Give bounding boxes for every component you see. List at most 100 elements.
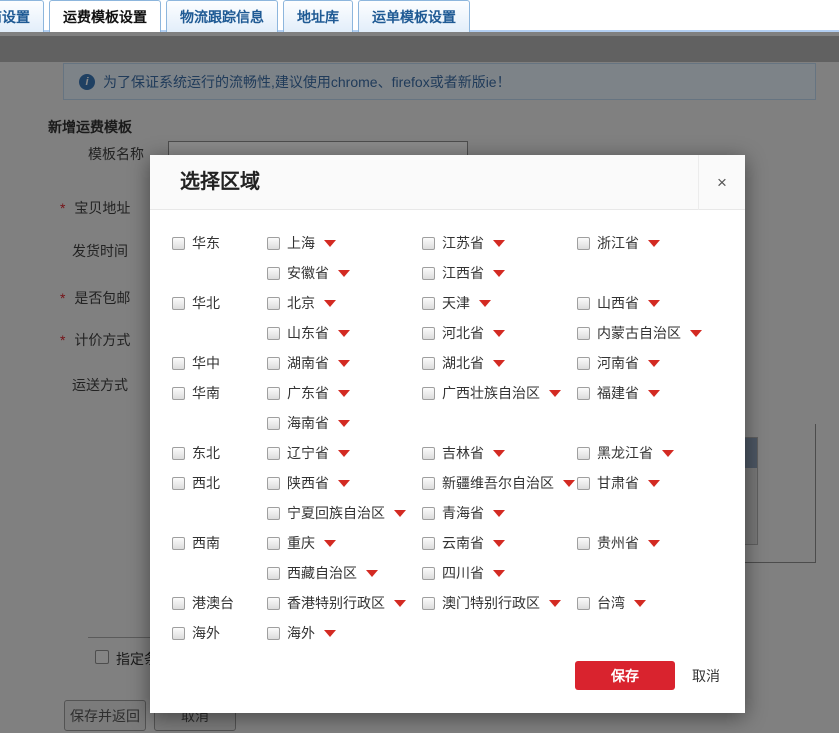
province-checkbox[interactable]: [422, 537, 435, 550]
tab-freight-template-settings[interactable]: 运费模板设置: [49, 0, 161, 32]
province-checkbox[interactable]: [577, 597, 590, 610]
region-group-label: 华北: [192, 293, 220, 313]
expand-cities-icon[interactable]: [324, 630, 336, 637]
province-item: 海南省: [267, 413, 422, 433]
province-label: 宁夏回族自治区: [287, 503, 385, 523]
app-window: 商设置 运费模板设置 物流跟踪信息 地址库 运单模板设置 i 为了保证系统运行的…: [0, 0, 839, 733]
expand-cities-icon[interactable]: [366, 570, 378, 577]
region-group-checkbox[interactable]: [172, 477, 185, 490]
expand-cities-icon[interactable]: [324, 240, 336, 247]
tab-merchant-settings[interactable]: 商设置: [0, 0, 44, 32]
tab-address-book[interactable]: 地址库: [283, 0, 353, 32]
cancel-button[interactable]: 取消: [692, 666, 720, 686]
province-checkbox[interactable]: [422, 327, 435, 340]
expand-cities-icon[interactable]: [493, 330, 505, 337]
province-checkbox[interactable]: [577, 357, 590, 370]
province-checkbox[interactable]: [267, 357, 280, 370]
province-checkbox[interactable]: [577, 537, 590, 550]
province-checkbox[interactable]: [267, 567, 280, 580]
province-checkbox[interactable]: [267, 537, 280, 550]
expand-cities-icon[interactable]: [493, 570, 505, 577]
region-group-checkbox[interactable]: [172, 537, 185, 550]
expand-cities-icon[interactable]: [634, 600, 646, 607]
expand-cities-icon[interactable]: [690, 330, 702, 337]
region-group-checkbox[interactable]: [172, 237, 185, 250]
province-checkbox[interactable]: [267, 267, 280, 280]
province-checkbox[interactable]: [577, 477, 590, 490]
expand-cities-icon[interactable]: [493, 270, 505, 277]
region-group-checkbox[interactable]: [172, 447, 185, 460]
expand-cities-icon[interactable]: [338, 480, 350, 487]
province-label: 云南省: [442, 533, 484, 553]
expand-cities-icon[interactable]: [394, 510, 406, 517]
expand-cities-icon[interactable]: [549, 600, 561, 607]
province-checkbox[interactable]: [267, 387, 280, 400]
province-item: 北京: [267, 293, 422, 313]
province-checkbox[interactable]: [422, 387, 435, 400]
province-checkbox[interactable]: [267, 237, 280, 250]
expand-cities-icon[interactable]: [493, 510, 505, 517]
save-button[interactable]: 保存: [575, 661, 675, 690]
province-checkbox[interactable]: [422, 567, 435, 580]
province-checkbox[interactable]: [267, 447, 280, 460]
tab-logistics-tracking[interactable]: 物流跟踪信息: [166, 0, 278, 32]
province-label: 海外: [287, 623, 315, 643]
region-group-label: 港澳台: [192, 593, 234, 613]
province-checkbox[interactable]: [267, 417, 280, 430]
province-checkbox[interactable]: [267, 297, 280, 310]
expand-cities-icon[interactable]: [338, 390, 350, 397]
expand-cities-icon[interactable]: [338, 360, 350, 367]
region-group-cell: 西南: [172, 533, 267, 553]
province-checkbox[interactable]: [422, 297, 435, 310]
province-checkbox[interactable]: [267, 597, 280, 610]
province-checkbox[interactable]: [422, 507, 435, 520]
region-group-checkbox[interactable]: [172, 387, 185, 400]
province-checkbox[interactable]: [577, 447, 590, 460]
region-group-checkbox[interactable]: [172, 357, 185, 370]
province-checkbox[interactable]: [577, 387, 590, 400]
expand-cities-icon[interactable]: [394, 600, 406, 607]
province-checkbox[interactable]: [577, 297, 590, 310]
province-checkbox[interactable]: [422, 597, 435, 610]
province-checkbox[interactable]: [267, 327, 280, 340]
province-item: 山西省: [577, 293, 732, 313]
expand-cities-icon[interactable]: [662, 450, 674, 457]
province-checkbox[interactable]: [267, 477, 280, 490]
expand-cities-icon[interactable]: [338, 450, 350, 457]
province-checkbox[interactable]: [422, 477, 435, 490]
expand-cities-icon[interactable]: [324, 300, 336, 307]
region-group-checkbox[interactable]: [172, 297, 185, 310]
province-checkbox[interactable]: [422, 447, 435, 460]
province-checkbox[interactable]: [577, 237, 590, 250]
province-checkbox[interactable]: [422, 357, 435, 370]
expand-cities-icon[interactable]: [648, 540, 660, 547]
province-item: 海外: [267, 623, 422, 643]
region-group-checkbox[interactable]: [172, 627, 185, 640]
expand-cities-icon[interactable]: [648, 480, 660, 487]
expand-cities-icon[interactable]: [493, 360, 505, 367]
expand-cities-icon[interactable]: [549, 390, 561, 397]
expand-cities-icon[interactable]: [493, 450, 505, 457]
tab-waybill-template-settings[interactable]: 运单模板设置: [358, 0, 470, 32]
region-group-checkbox[interactable]: [172, 597, 185, 610]
expand-cities-icon[interactable]: [479, 300, 491, 307]
province-checkbox[interactable]: [577, 327, 590, 340]
dialog-footer: 保存 取消: [575, 661, 720, 690]
expand-cities-icon[interactable]: [563, 480, 575, 487]
province-checkbox[interactable]: [267, 507, 280, 520]
expand-cities-icon[interactable]: [493, 540, 505, 547]
expand-cities-icon[interactable]: [648, 240, 660, 247]
close-icon[interactable]: ×: [698, 155, 745, 210]
expand-cities-icon[interactable]: [648, 300, 660, 307]
expand-cities-icon[interactable]: [338, 330, 350, 337]
expand-cities-icon[interactable]: [338, 270, 350, 277]
expand-cities-icon[interactable]: [338, 420, 350, 427]
expand-cities-icon[interactable]: [648, 360, 660, 367]
province-label: 天津: [442, 293, 470, 313]
expand-cities-icon[interactable]: [493, 240, 505, 247]
province-checkbox[interactable]: [422, 267, 435, 280]
expand-cities-icon[interactable]: [324, 540, 336, 547]
province-checkbox[interactable]: [267, 627, 280, 640]
expand-cities-icon[interactable]: [648, 390, 660, 397]
province-checkbox[interactable]: [422, 237, 435, 250]
